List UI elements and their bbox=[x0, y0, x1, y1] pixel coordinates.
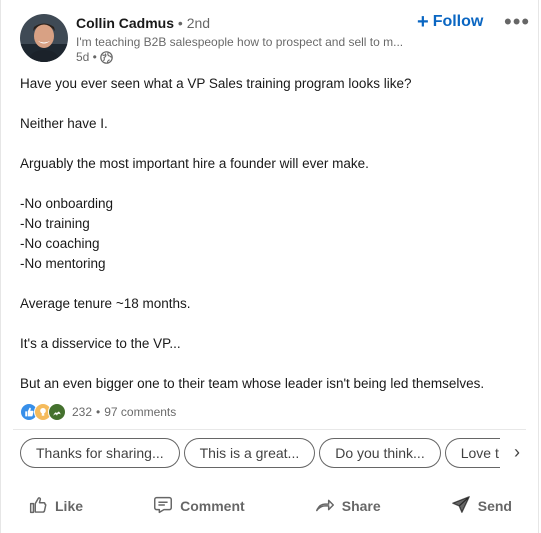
share-arrow-icon bbox=[314, 494, 336, 519]
more-options-icon[interactable]: ••• bbox=[504, 11, 530, 33]
comment-count[interactable]: 97 comments bbox=[104, 405, 176, 419]
send-label: Send bbox=[477, 498, 512, 514]
post-time: 5d • bbox=[76, 50, 97, 64]
comment-label: Comment bbox=[180, 498, 245, 514]
social-separator: • bbox=[96, 405, 101, 419]
suggestion-chip[interactable]: Do you think... bbox=[319, 438, 441, 468]
post-line: Arguably the most important hire a found… bbox=[20, 156, 369, 171]
post-line: But an even bigger one to their team who… bbox=[20, 376, 485, 391]
post-line: -No mentoring bbox=[20, 256, 106, 271]
celebrate-icon bbox=[48, 403, 66, 421]
send-button[interactable]: Send bbox=[436, 486, 526, 527]
send-icon bbox=[450, 494, 472, 519]
suggestion-chip[interactable]: Love t bbox=[444, 438, 500, 468]
suggestion-chip[interactable]: Thanks for sharing... bbox=[20, 438, 180, 468]
share-label: Share bbox=[341, 498, 381, 514]
follow-button[interactable]: + Follow bbox=[417, 12, 483, 32]
plus-icon: + bbox=[417, 11, 429, 33]
comment-suggestions: Thanks for sharing... This is a great...… bbox=[20, 438, 500, 470]
suggestion-chip[interactable]: This is a great... bbox=[183, 438, 316, 468]
comment-icon bbox=[152, 494, 174, 519]
like-label: Like bbox=[55, 498, 84, 514]
post-text: Have you ever seen what a VP Sales train… bbox=[20, 74, 525, 394]
globe-icon bbox=[100, 50, 113, 64]
like-button[interactable]: Like bbox=[13, 486, 97, 527]
author-name[interactable]: Collin Cadmus bbox=[76, 15, 174, 31]
post-line: -No training bbox=[20, 216, 90, 231]
reaction-count[interactable]: 232 bbox=[72, 405, 92, 419]
connection-degree: • 2nd bbox=[177, 15, 211, 31]
author-headline: I'm teaching B2B salespeople how to pros… bbox=[76, 35, 404, 49]
divider bbox=[13, 429, 526, 430]
chevron-right-icon[interactable]: › bbox=[514, 442, 520, 463]
feed-post-card: Collin Cadmus • 2nd I'm teaching B2B sal… bbox=[0, 0, 539, 533]
follow-label: Follow bbox=[432, 13, 484, 30]
reaction-icons[interactable] bbox=[20, 403, 66, 421]
post-meta: 5d • bbox=[76, 50, 113, 64]
author-avatar[interactable] bbox=[20, 14, 68, 62]
author-name-row: Collin Cadmus • 2nd bbox=[76, 15, 210, 31]
social-counts: 232 • 97 comments bbox=[20, 403, 176, 421]
post-line: -No onboarding bbox=[20, 196, 114, 211]
comment-button[interactable]: Comment bbox=[138, 486, 259, 527]
share-button[interactable]: Share bbox=[300, 486, 395, 527]
post-line: Have you ever seen what a VP Sales train… bbox=[20, 76, 412, 91]
post-line: -No coaching bbox=[20, 236, 100, 251]
post-line: Average tenure ~18 months. bbox=[20, 296, 191, 311]
thumbs-up-icon bbox=[27, 494, 49, 519]
post-line: Neither have I. bbox=[20, 116, 108, 131]
social-action-bar: Like Comment Share Send bbox=[13, 486, 526, 526]
post-line: It's a disservice to the VP... bbox=[20, 336, 181, 351]
